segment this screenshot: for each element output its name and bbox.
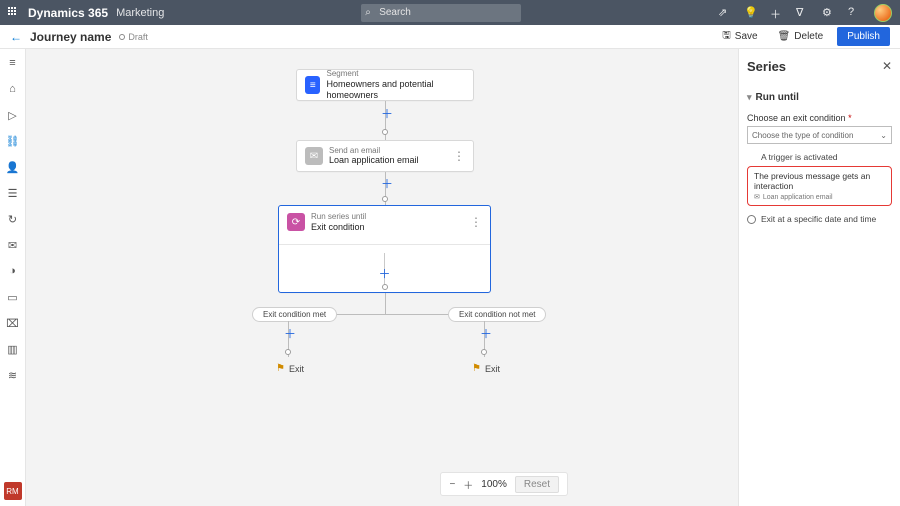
delete-button[interactable]: 🗑Delete [772,29,830,44]
branch-label-notmet[interactable]: Exit condition not met [448,307,546,322]
nav-play-icon[interactable]: ▷ [5,107,21,123]
app-launcher-icon[interactable] [8,7,20,19]
journey-title: Journey name [30,30,111,44]
main-layout: ≡ ⌂ ▷ ⛓ 👤 ☰ ↻ ✉ ◑ ▭ ⌧ ▥ ≋ RM ≡ Segment H… [0,49,900,506]
connector-dot [382,129,388,135]
panel-close-button[interactable]: ✕ [882,59,892,73]
exit-right: ⚑Exit [472,363,500,374]
node-email[interactable]: ✉ Send an email Loan application email ⋮ [296,140,474,172]
exit-label: Exit [485,364,500,374]
email-icon: ✉ [754,193,760,201]
nav-home-icon[interactable]: ⌂ [5,81,21,97]
option-prevmsg-title: The previous message gets an interaction [754,171,885,191]
add-node-button[interactable]: ＋ [284,325,296,342]
add-node-button[interactable]: ＋ [381,175,393,192]
zoom-reset-button[interactable]: Reset [515,476,559,493]
series-inner-dot [382,284,388,290]
node-email-value: Loan application email [329,155,419,166]
segment-icon: ≡ [305,76,320,94]
save-button[interactable]: 🖫 Save [716,26,763,47]
publish-button[interactable]: Publish [837,27,890,46]
add-node-button[interactable]: ＋ [480,325,492,342]
back-button[interactable]: ← [10,30,22,44]
left-nav: ≡ ⌂ ▷ ⛓ 👤 ☰ ↻ ✉ ◑ ▭ ⌧ ▥ ≋ RM [0,49,26,506]
user-avatar[interactable] [874,4,892,22]
nav-form-icon[interactable]: ⌧ [5,315,21,331]
top-right-icons: ⇗ 💡 ＋ ∇ ⚙ ? [718,4,892,22]
option-prevmsg-sub: Loan application email [763,194,833,201]
nav-chart-icon[interactable]: ▥ [5,341,21,357]
plus-icon[interactable]: ＋ [770,6,784,20]
node-segment-value: Homeowners and potential homeowners [326,79,465,101]
nav-doc-icon[interactable]: ▭ [5,289,21,305]
series-add-button[interactable]: ＋ [378,265,390,282]
nav-cycle-icon[interactable]: ↻ [5,211,21,227]
exit-left: ⚑Exit [276,363,304,374]
nav-hamburger-icon[interactable]: ≡ [5,55,21,71]
status-badge: Draft [119,32,148,42]
node-series-label: Run series until [311,212,366,222]
nav-layers-icon[interactable]: ☰ [5,185,21,201]
filter-icon[interactable]: ∇ [796,6,810,20]
node-segment[interactable]: ≡ Segment Homeowners and potential homeo… [296,69,474,101]
zoom-in-button[interactable]: ＋ [463,477,473,492]
series-icon: ⟳ [287,213,305,231]
exit-label: Exit [289,364,304,374]
node-segment-label: Segment [326,69,465,79]
gear-icon[interactable]: ⚙ [822,6,836,20]
add-node-button[interactable]: ＋ [381,105,393,122]
node-series[interactable]: ⟳ Run series until Exit condition ⋮ ＋ [278,205,491,293]
connector-dot [382,196,388,202]
search-icon: ⌕ [365,7,371,18]
help-icon[interactable]: ? [848,6,862,20]
node-series-value: Exit condition [311,222,366,233]
trash-icon: 🗑 [778,31,791,42]
persona-cube[interactable]: RM [4,482,22,500]
radio-icon [747,215,756,224]
chevron-down-icon: ⌄ [880,131,887,140]
nav-shape-icon[interactable]: ◑ [5,263,21,279]
share-icon[interactable]: ⇗ [718,6,732,20]
option-datetime-label: Exit at a specific date and time [761,214,876,224]
email-icon: ✉ [305,147,323,165]
global-top-bar: Dynamics 365 Marketing ⌕ ⇗ 💡 ＋ ∇ ⚙ ? [0,0,900,25]
select-placeholder: Choose the type of condition [752,131,853,140]
save-icon: 🖫 [722,28,731,45]
nav-flow-icon[interactable]: ≋ [5,367,21,383]
section-run-until[interactable]: ▾ Run until [747,92,892,103]
zoom-out-button[interactable]: − [449,479,455,490]
panel-title: Series [747,59,892,74]
properties-panel: Series ✕ ▾ Run until Choose an exit condi… [738,49,900,506]
option-exit-datetime[interactable]: Exit at a specific date and time [747,214,892,224]
chevron-down-icon: ▾ [747,92,752,103]
node-email-label: Send an email [329,146,419,156]
save-label: Save [735,31,758,42]
status-text: Draft [128,32,148,42]
option-previous-message[interactable]: The previous message gets an interaction… [747,166,892,206]
lightbulb-icon[interactable]: 💡 [744,6,758,20]
exit-condition-select[interactable]: Choose the type of condition ⌄ [747,126,892,144]
section-label: Run until [756,92,799,103]
connector-dot [285,349,291,355]
command-bar: ← Journey name Draft 🖫 Save 🗑Delete Publi… [0,25,900,49]
zoom-percent: 100% [481,479,507,490]
node-email-menu[interactable]: ⋮ [453,149,465,163]
nav-journey-icon[interactable]: ⛓ [5,133,21,149]
exit-condition-label: Choose an exit condition * [747,113,892,123]
app-name: Marketing [116,7,164,19]
journey-canvas[interactable]: ≡ Segment Homeowners and potential homeo… [26,49,738,506]
brand-name: Dynamics 365 [28,6,108,20]
zoom-toolbar: − ＋ 100% Reset [440,472,568,496]
option-trigger-activated[interactable]: A trigger is activated [761,152,892,162]
global-search-input[interactable] [361,4,521,22]
delete-label: Delete [794,31,823,42]
connector-dot [481,349,487,355]
node-series-menu[interactable]: ⋮ [470,215,482,229]
branch-label-met[interactable]: Exit condition met [252,307,337,322]
nav-mail-icon[interactable]: ✉ [5,237,21,253]
nav-people-icon[interactable]: 👤 [5,159,21,175]
search-wrap: ⌕ [351,4,531,22]
publish-label: Publish [847,31,880,42]
